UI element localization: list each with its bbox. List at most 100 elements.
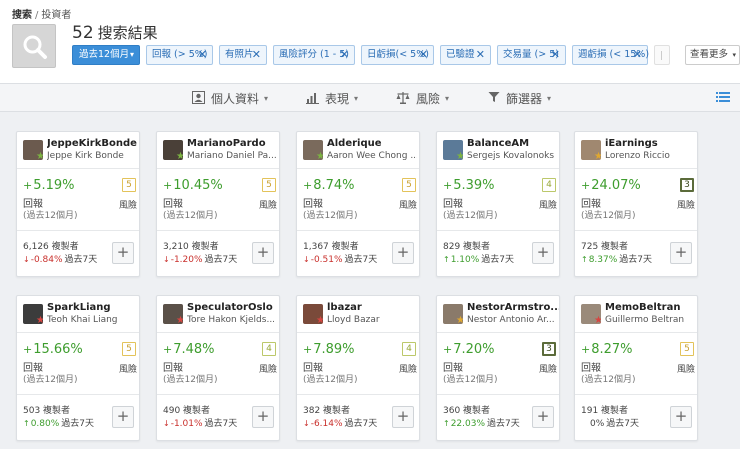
risk-label: 風險 [539,365,558,375]
divider [575,168,697,169]
filter-chip-photo[interactable]: 有照片 ✕ [219,45,267,65]
copy-add-button[interactable]: + [670,406,692,428]
tab-profile[interactable]: 個人資料 ▾ [192,90,268,106]
breadcrumb-search-link[interactable]: 搜索 [12,10,32,21]
filter-chip-risk-score[interactable]: 風險評分 (1 - 5) ✕ [273,45,355,65]
avatar[interactable]: ★ [581,304,601,324]
close-icon[interactable]: ✕ [419,46,428,64]
investor-username[interactable]: SpeculatorOslo [187,302,279,313]
investor-username[interactable]: NestorArmstro... [467,302,559,313]
avatar[interactable]: ★ [23,304,43,324]
risk-label: 風險 [399,201,418,211]
investor-username[interactable]: JeppeKirkBonde [47,138,139,149]
tab-filters[interactable]: 篩選器 ▾ [488,90,551,106]
investor-card-iearnings[interactable]: ★ iEarnings Lorenzo Riccio +24.07% 回報 (過… [574,131,698,277]
tab-risk[interactable]: 風險 ▾ [396,90,449,106]
avatar[interactable]: ★ [163,140,183,160]
investor-card-memobeltran[interactable]: ★ MemoBeltran Guillermo Beltran +8.27% 回… [574,295,698,441]
copy-add-button[interactable]: + [252,406,274,428]
gain-value: +7.20% [443,342,495,357]
close-icon[interactable]: ✕ [340,46,349,64]
close-icon[interactable]: ✕ [198,46,207,64]
weekly-change: ↓-0.51% 過去7天 [303,255,378,265]
investor-card-balanceam[interactable]: ★ BalanceAM Sergejs Kovalonoks +5.39% 回報… [436,131,560,277]
investor-username[interactable]: BalanceAM [467,138,559,149]
star-icon: ★ [316,151,323,161]
avatar[interactable]: ★ [23,140,43,160]
divider [17,332,139,333]
divider [437,332,559,333]
investor-username[interactable]: iEarnings [605,138,697,149]
investor-username[interactable]: MarianoPardo [187,138,279,149]
gain-value: +7.48% [163,342,215,357]
divider [575,332,697,333]
filter-chip-daily-loss[interactable]: 日虧損(< 5%) ✕ [361,45,434,65]
divider [437,230,559,231]
avatar[interactable]: ★ [443,140,463,160]
weekly-change: ↑0.80% 過去7天 [23,419,95,429]
period-label: (過去12個月) [443,375,498,385]
investor-fullname: Lloyd Bazar [327,315,380,325]
tab-label: 篩選器 [506,92,543,106]
avatar[interactable]: ★ [303,140,323,160]
avatar[interactable]: ★ [581,140,601,160]
star-icon: ★ [176,151,183,161]
period-dropdown[interactable]: 過去12個月 ▾ [72,45,140,65]
close-icon[interactable]: ✕ [633,46,642,64]
investor-username[interactable]: lbazar [327,302,419,313]
copy-add-button[interactable]: + [532,406,554,428]
filter-chip-trades[interactable]: 交易量 (> 5) ✕ [497,45,566,65]
investor-fullname: Guillermo Beltran [605,315,685,325]
copy-add-button[interactable]: + [112,406,134,428]
risk-score-badge: 5 [122,342,136,356]
star-icon: ★ [594,315,601,325]
copiers-count: 360 複製者 [443,406,491,416]
copy-add-button[interactable]: + [252,242,274,264]
filter-chip-weekly-loss[interactable]: 週虧損 (< 15%) ✕ [572,45,649,65]
avatar[interactable]: ★ [303,304,323,324]
risk-score-badge: 3 [542,342,556,356]
period-label: (過去12個月) [23,211,78,221]
close-icon[interactable]: ✕ [551,46,560,64]
avatar[interactable]: ★ [163,304,183,324]
copy-add-button[interactable]: + [392,406,414,428]
filter-chip-empty[interactable] [654,45,670,65]
gain-value: +8.27% [581,342,633,357]
copy-add-button[interactable]: + [532,242,554,264]
star-icon: ★ [36,151,43,161]
weekly-change: ↓-1.01% 過去7天 [163,419,238,429]
chevron-down-icon: ▾ [354,94,359,103]
copy-add-button[interactable]: + [392,242,414,264]
period-label: (過去12個月) [23,375,78,385]
investor-card-marianopardo[interactable]: ★ MarianoPardo Mariano Daniel Pa... +10.… [156,131,280,277]
risk-score-badge: 4 [262,342,276,356]
divider [17,168,139,169]
avatar[interactable]: ★ [443,304,463,324]
close-icon[interactable]: ✕ [476,46,485,64]
breadcrumb-separator: / [35,10,39,21]
copy-add-button[interactable]: + [112,242,134,264]
plus-sign: + [443,343,453,356]
investor-card-lbazar[interactable]: ★ lbazar Lloyd Bazar +7.89% 回報 (過去12個月) … [296,295,420,441]
copy-add-button[interactable]: + [670,242,692,264]
investor-card-nestorarmstro[interactable]: ★ NestorArmstro... Nestor Antonio Ar... … [436,295,560,441]
investor-username[interactable]: Alderique [327,138,419,149]
list-view-icon[interactable] [716,90,732,106]
view-more-button[interactable]: 查看更多 ▾ [685,45,740,65]
plus-sign: + [163,179,173,192]
investor-username[interactable]: MemoBeltran [605,302,697,313]
filter-chip-return[interactable]: 回報 (> 5%) ✕ [146,45,213,65]
result-label: 搜索結果 [97,24,158,42]
filter-chip-verified[interactable]: 已驗證 ✕ [440,45,491,65]
search-icon [12,24,56,68]
risk-score-badge: 3 [680,178,694,192]
investor-username[interactable]: SparkLiang [47,302,139,313]
investor-card-sparkliang[interactable]: ★ SparkLiang Teoh Khai Liang +15.66% 回報 … [16,295,140,441]
tab-performance[interactable]: 表現 ▾ [306,90,358,106]
period-label: (過去12個月) [163,211,218,221]
investor-card-alderique[interactable]: ★ Alderique Aaron Wee Chong ... +8.74% 回… [296,131,420,277]
close-icon[interactable]: ✕ [252,46,261,64]
investor-card-speculatoroslo[interactable]: ★ SpeculatorOslo Tore Hakon Kjelds... +7… [156,295,280,441]
investor-card-jeppekirkbonde[interactable]: ★ JeppeKirkBonde Jeppe Kirk Bonde +5.19%… [16,131,140,277]
divider [157,394,279,395]
